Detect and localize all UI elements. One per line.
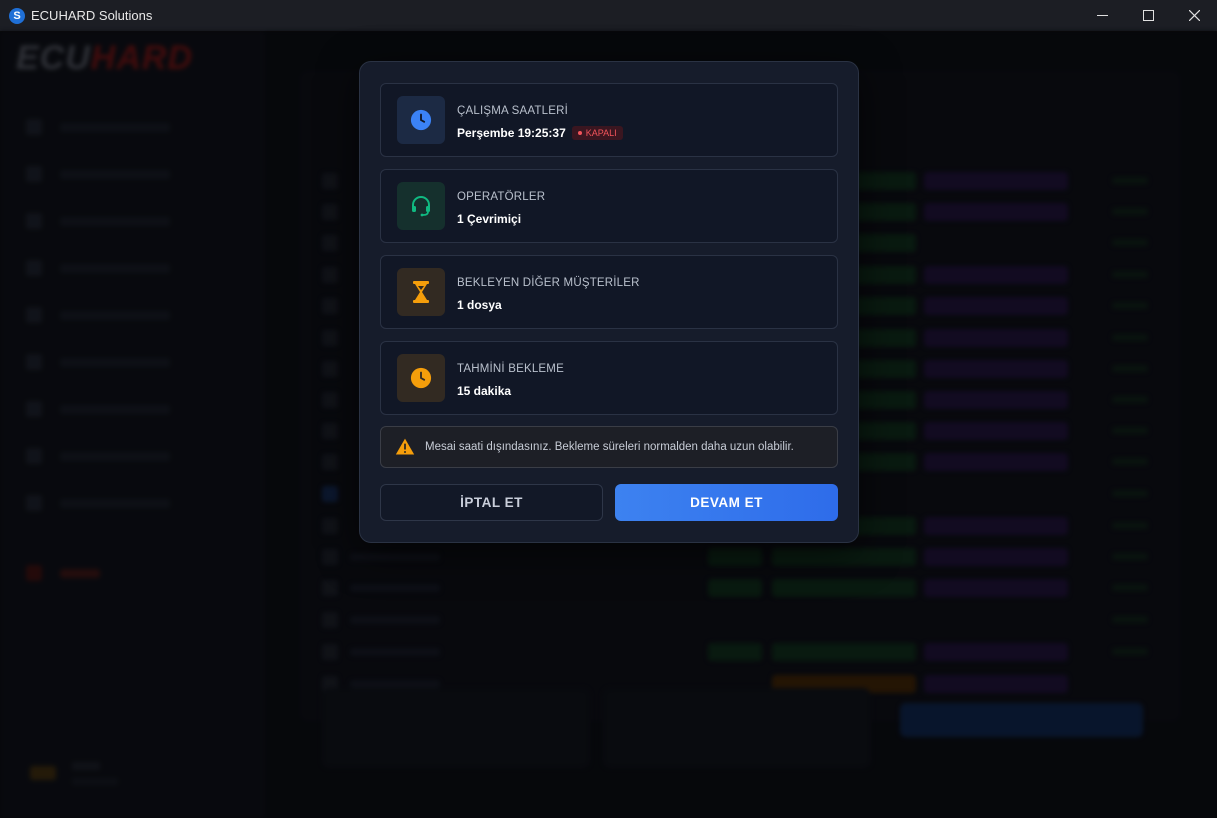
working-hours-label: ÇALIŞMA SAATLERİ <box>457 105 568 117</box>
estimated-wait-label: TAHMİNİ BEKLEME <box>457 363 564 375</box>
out-of-hours-warning: Mesai saati dışındasınız. Bekleme sürele… <box>380 426 838 468</box>
wait-info-dialog: ÇALIŞMA SAATLERİ Perşembe 19:25:37 KAPAL… <box>359 61 859 543</box>
waiting-customers-card: BEKLEYEN DİĞER MÜŞTERİLER 1 dosya <box>380 255 838 329</box>
cancel-button[interactable]: İPTAL ET <box>380 484 603 521</box>
hourglass-icon <box>413 281 429 303</box>
estimated-wait-icon-box <box>397 354 445 402</box>
status-badge: KAPALI <box>571 126 623 140</box>
waiting-customers-value: 1 dosya <box>457 298 502 312</box>
continue-button[interactable]: DEVAM ET <box>615 484 838 521</box>
clock-icon <box>410 109 432 131</box>
operators-card: OPERATÖRLER 1 Çevrimiçi <box>380 169 838 243</box>
warning-text: Mesai saati dışındasınız. Bekleme sürele… <box>425 441 794 453</box>
estimated-wait-card: TAHMİNİ BEKLEME 15 dakika <box>380 341 838 415</box>
warning-icon <box>395 438 415 455</box>
working-hours-value: Perşembe 19:25:37 KAPALI <box>457 126 623 140</box>
clock-icon <box>410 367 432 389</box>
waiting-customers-label: BEKLEYEN DİĞER MÜŞTERİLER <box>457 277 640 289</box>
headset-icon <box>412 196 430 217</box>
working-hours-icon-box <box>397 96 445 144</box>
waiting-customers-icon-box <box>397 268 445 316</box>
operators-label: OPERATÖRLER <box>457 191 546 203</box>
operators-value: 1 Çevrimiçi <box>457 212 522 226</box>
working-hours-card: ÇALIŞMA SAATLERİ Perşembe 19:25:37 KAPAL… <box>380 83 838 157</box>
operators-icon-box <box>397 182 445 230</box>
current-day-time: Perşembe 19:25:37 <box>457 126 566 140</box>
estimated-wait-value: 15 dakika <box>457 384 512 398</box>
